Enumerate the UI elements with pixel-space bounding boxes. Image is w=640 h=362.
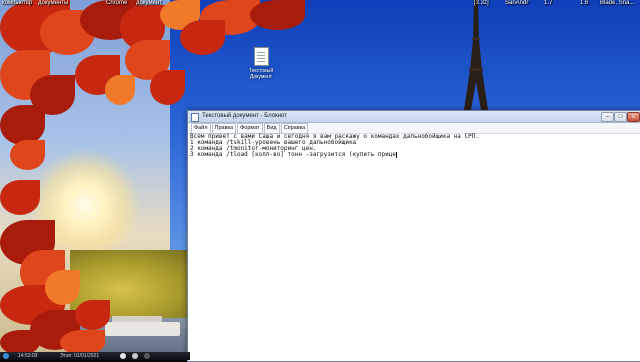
menu-view[interactable]: Вид: [263, 122, 280, 134]
desktop-icon-document-label[interactable]: документ: [136, 0, 162, 7]
notepad-window[interactable]: Текстовый документ - Блокнот – □ x Файл …: [187, 110, 640, 362]
desktop-icon-v17-label[interactable]: 1.7: [544, 0, 552, 7]
eiffel-tower: [464, 0, 488, 110]
taskbar-time: 14:53:03: [18, 353, 38, 359]
taskbar-status: Этап: 01/01/2021: [60, 353, 100, 359]
text-editor-area[interactable]: Всем привет с вами Саша и сегодня я вам …: [190, 134, 639, 361]
menu-edit[interactable]: Правка: [211, 122, 237, 134]
menu-format[interactable]: Формат: [237, 122, 263, 134]
minimize-button[interactable]: –: [601, 112, 614, 122]
notepad-icon: [191, 113, 199, 122]
editor-line-4-wrap: 3 команда /tload [колл-во] тонн -загрузи…: [190, 152, 639, 158]
notepad-titlebar[interactable]: Текстовый документ - Блокнот – □ x: [188, 111, 640, 123]
menu-help[interactable]: Справка: [280, 122, 309, 134]
taskbar: 14:53:03 Этап: 01/01/2021: [0, 352, 190, 360]
desktop-icon-documents-label[interactable]: документы: [38, 0, 68, 7]
desktop-icon-v16-label[interactable]: 1.6: [580, 0, 588, 7]
desktop-icon-samp-label[interactable]: [3.3z]: [474, 0, 489, 7]
desktop-icon-chrome-label[interactable]: Chrome: [106, 0, 127, 7]
app-icon-2[interactable]: [132, 353, 138, 359]
editor-line-4: 3 команда /tload [колл-во] тонн -загрузи…: [190, 151, 396, 158]
window-title: Текстовый документ - Блокнот: [202, 113, 287, 119]
menu-file[interactable]: Файл: [191, 122, 211, 134]
desktop-text-file[interactable]: Текстовый Документ: [241, 47, 281, 80]
boat: [105, 322, 180, 336]
app-icon-1[interactable]: [120, 353, 126, 359]
text-file-icon: [253, 47, 269, 66]
desktop-icon-sanandr-label[interactable]: SanAndr: [505, 0, 528, 7]
desktop-icon-computer-label[interactable]: компьютер: [2, 0, 32, 7]
desktop-icon-blade-label[interactable]: Blade, Sna...: [600, 0, 634, 7]
start-icon[interactable]: [3, 353, 9, 359]
maximize-button[interactable]: □: [614, 112, 627, 122]
close-button[interactable]: x: [627, 112, 640, 122]
text-cursor: [395, 152, 397, 158]
app-icon-3[interactable]: [144, 353, 150, 359]
file-label-line2: Документ: [249, 74, 273, 80]
